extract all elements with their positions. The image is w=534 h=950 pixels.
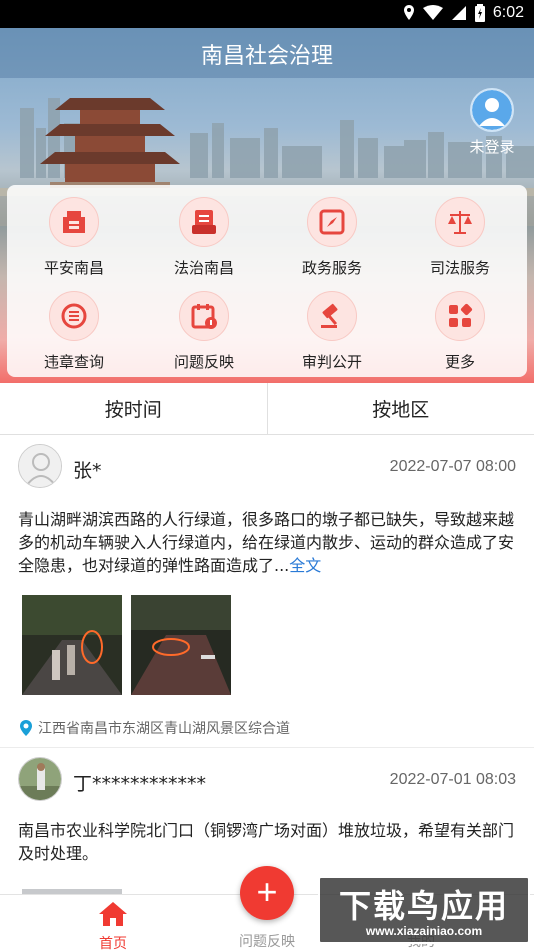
compass-icon	[307, 197, 357, 247]
report-problem-fab[interactable]: +	[240, 866, 294, 920]
post-time: 2022-07-07 08:00	[389, 458, 516, 475]
gavel-icon	[307, 291, 357, 341]
menu-label: 政务服务	[301, 259, 362, 277]
menu-item-wei-zhang[interactable]: 违章查询	[9, 291, 139, 381]
menu-item-wen-ti[interactable]: 问题反映	[139, 291, 269, 381]
menu-label: 法治南昌	[173, 259, 234, 277]
sort-tabs: 按时间 按地区	[0, 383, 534, 435]
battery-icon	[474, 4, 485, 22]
violation-icon	[49, 291, 99, 341]
home-icon	[99, 902, 127, 926]
hero-banner: 南昌社会治理 未登录 平安南昌 法治南昌 政务服务 司法服务 违章查询 问题反映…	[0, 28, 534, 383]
location-status-icon	[403, 5, 414, 20]
status-time: 6:02	[492, 4, 524, 21]
location-pin-icon	[20, 720, 32, 736]
location-text: 江西省南昌市东湖区青山湖风景区综合道	[38, 721, 290, 737]
nav-report-label: 问题反映	[239, 934, 295, 950]
menu-item-si-fa[interactable]: 司法服务	[395, 197, 525, 287]
user-photo-avatar	[18, 757, 62, 801]
scales-icon	[435, 197, 485, 247]
post-photo[interactable]	[22, 595, 122, 695]
nav-home[interactable]: 首页	[58, 901, 168, 950]
menu-label: 司法服务	[429, 259, 490, 277]
post-location: 江西省南昌市东湖区青山湖风景区综合道	[18, 718, 290, 738]
law-book-icon	[179, 197, 229, 247]
post-text: 青山湖畔湖滨西路的人行绿道，很多路口的墩子都已缺失，导致越来越多的机动车辆驶入人…	[18, 508, 518, 577]
post-text: 南昌市农业科学院北门口（铜锣湾广场对面）堆放垃圾，希望有关部门及时处理。	[18, 821, 515, 863]
menu-label: 平安南昌	[43, 259, 104, 277]
wifi-icon	[422, 5, 443, 20]
signal-icon	[451, 6, 466, 20]
nav-home-label: 首页	[99, 936, 127, 950]
post-author: 丁************	[73, 773, 207, 795]
menu-item-zheng-wu[interactable]: 政务服务	[267, 197, 397, 287]
post-text-body: 青山湖畔湖滨西路的人行绿道，很多路口的墩子都已缺失，导致越来越多的机动车辆驶入人…	[18, 510, 515, 575]
menu-label: 更多	[444, 353, 475, 371]
menu-item-fa-zhi[interactable]: 法治南昌	[139, 197, 269, 287]
default-avatar-icon	[18, 444, 62, 488]
menu-label: 违章查询	[43, 353, 104, 371]
full-text-link[interactable]: 全文	[289, 556, 321, 575]
status-bar: 6:02	[0, 0, 534, 28]
post-feed: 张* 2022-07-07 08:00 青山湖畔湖滨西路的人行绿道，很多路口的墩…	[0, 436, 534, 894]
menu-label: 问题反映	[173, 353, 234, 371]
post-item[interactable]: 张* 2022-07-07 08:00 青山湖畔湖滨西路的人行绿道，很多路口的墩…	[0, 436, 534, 748]
post-author: 张*	[73, 460, 102, 482]
menu-item-shen-pan[interactable]: 审判公开	[267, 291, 397, 381]
post-time: 2022-07-01 08:03	[389, 771, 516, 788]
nav-report[interactable]: 问题反映	[212, 929, 322, 950]
watermark-url: www.xiazainiao.com	[365, 924, 483, 938]
user-avatar-icon	[470, 88, 514, 132]
watermark-title: 下载鸟应用	[338, 887, 509, 925]
status-icons: 6:02	[403, 4, 524, 22]
post-photo[interactable]	[131, 595, 231, 695]
more-grid-icon	[435, 291, 485, 341]
app-title: 南昌社会治理	[200, 44, 333, 69]
tab-by-region[interactable]: 按地区	[266, 383, 534, 434]
tab-by-time[interactable]: 按时间	[0, 383, 267, 434]
menu-item-ping-an[interactable]: 平安南昌	[9, 197, 139, 287]
safety-shield-icon	[49, 197, 99, 247]
login-button[interactable]: 未登录	[462, 88, 522, 157]
menu-item-more[interactable]: 更多	[395, 291, 525, 381]
menu-label: 审判公开	[301, 353, 362, 371]
login-label: 未登录	[469, 138, 515, 156]
watermark-logo: 下载鸟应用 www.xiazainiao.com	[318, 876, 530, 944]
service-menu-panel: 平安南昌 法治南昌 政务服务 司法服务 违章查询 问题反映 审判公开 更多	[7, 185, 527, 377]
report-calendar-icon	[179, 291, 229, 341]
